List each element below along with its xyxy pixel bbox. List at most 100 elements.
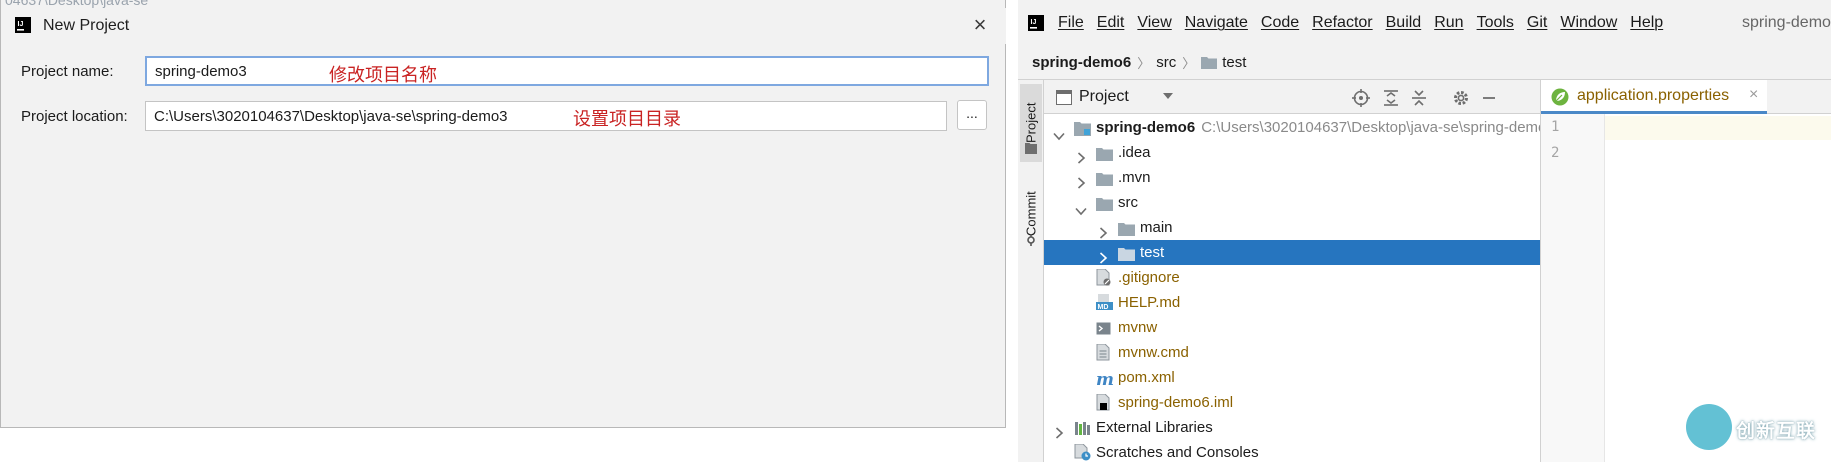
menu-file[interactable]: File — [1058, 14, 1084, 32]
tree-item-label: mvnw — [1118, 315, 1157, 340]
svg-text:IJ: IJ — [1031, 19, 1037, 26]
minimize-icon[interactable] — [1480, 89, 1498, 107]
tree-item-label: .mvn — [1118, 165, 1151, 190]
tree-item-name: main — [1140, 219, 1173, 236]
menu-navigate[interactable]: Navigate — [1185, 14, 1248, 32]
project-name-input[interactable] — [145, 56, 989, 86]
editor-tab-bar: application.properties × — [1540, 80, 1831, 114]
scratches-icon — [1074, 443, 1091, 462]
watermark-circle-icon — [1686, 404, 1732, 450]
gear-icon[interactable] — [1452, 89, 1470, 107]
menu-help[interactable]: Help — [1630, 14, 1663, 32]
menu-bar: IJ File Edit View Navigate Code Refactor Build… — [1018, 0, 1831, 50]
commit-icon — [1027, 234, 1035, 246]
menu-refactor[interactable]: Refactor — [1312, 14, 1372, 32]
tree-row-idea[interactable]: .idea — [1044, 140, 1540, 165]
tree-item-name: mvnw.cmd — [1118, 344, 1189, 361]
breadcrumb-item-src[interactable]: src — [1156, 54, 1176, 71]
tree-row-pom-xml[interactable]: m pom.xml — [1044, 365, 1540, 390]
tree-item-label: External Libraries — [1096, 415, 1213, 440]
tree-item-label: src — [1118, 190, 1138, 215]
dialog-title: New Project — [43, 17, 130, 34]
tree-item-name: Scratches and Consoles — [1096, 444, 1259, 461]
tree-item-name: HELP.md — [1118, 294, 1181, 311]
tree-row-src[interactable]: src — [1044, 190, 1540, 216]
project-name-label: Project name: — [21, 63, 114, 80]
left-tool-strip: Project Commit — [1018, 80, 1044, 462]
svg-text:IJ: IJ — [18, 21, 24, 28]
tree-item-label: .idea — [1118, 140, 1151, 165]
watermark-text: 创新互联 — [1736, 420, 1817, 442]
project-panel-title: Project — [1079, 88, 1129, 105]
spring-leaf-icon — [1551, 88, 1569, 106]
editor-tab-label: application.properties — [1577, 87, 1730, 104]
tree-item-label: pom.xml — [1118, 365, 1175, 390]
breadcrumb-separator-icon: 〉 — [1137, 56, 1151, 71]
folder-icon — [1201, 57, 1218, 69]
menu-tools[interactable]: Tools — [1477, 14, 1514, 32]
folder-icon — [1025, 143, 1037, 154]
tree-row-mvn[interactable]: .mvn — [1044, 165, 1540, 190]
tree-item-label: spring-demo6 C:\Users\3020104637\Desktop\… — [1096, 115, 1555, 140]
tree-row-help-md[interactable]: MD HELP.md — [1044, 290, 1540, 315]
tree-item-label: HELP.md — [1118, 290, 1180, 315]
dialog-title-bar: IJ New Project × — [1, 8, 1007, 44]
project-window-icon — [1056, 90, 1072, 105]
tree-row-mvnw-cmd[interactable]: mvnw.cmd — [1044, 340, 1540, 365]
tree-item-path: C:\Users\3020104637\Desktop\java-se\spri… — [1201, 119, 1555, 136]
breadcrumb-item-test[interactable]: test — [1222, 54, 1246, 71]
breadcrumb-separator-icon: 〉 — [1182, 56, 1196, 71]
locate-target-icon[interactable] — [1352, 89, 1370, 107]
tree-item-name: test — [1140, 244, 1165, 261]
tree-item-name: .gitignore — [1118, 269, 1180, 286]
tree-item-name: mvnw — [1118, 319, 1158, 336]
svg-text:m: m — [1096, 371, 1114, 386]
chevron-down-icon[interactable] — [1162, 92, 1174, 100]
new-project-dialog: 04637\Desktop\java-se IJ New Project × P… — [0, 0, 1007, 428]
project-tool-window: Project spring-demo6 C:\Users\3020104637… — [1044, 80, 1555, 462]
browse-button[interactable]: ... — [957, 100, 987, 130]
menu-window[interactable]: Window — [1560, 14, 1617, 32]
tree-row-main[interactable]: main — [1044, 215, 1540, 240]
tree-item-name: .idea — [1118, 144, 1151, 161]
tree-row-external-libraries[interactable]: External Libraries — [1044, 415, 1540, 440]
window-project-title: spring-demo6 - application.properties — [1742, 14, 1831, 31]
tree-item-name: External Libraries — [1096, 419, 1213, 436]
tree-item-label: test — [1140, 240, 1164, 265]
editor-tab-application-properties[interactable]: application.properties × — [1541, 80, 1767, 114]
line-number: 1 — [1551, 119, 1560, 135]
tree-item-name: .mvn — [1118, 169, 1151, 186]
project-tree: spring-demo6 C:\Users\3020104637\Desktop\… — [1044, 114, 1555, 462]
tree-row-spring-demo6[interactable]: spring-demo6 C:\Users\3020104637\Desktop\… — [1044, 115, 1555, 141]
tree-item-label: spring-demo6.iml — [1118, 390, 1233, 415]
close-icon[interactable]: × — [969, 12, 991, 38]
project-panel-header: Project — [1044, 80, 1540, 114]
tree-item-label: Scratches and Consoles — [1096, 440, 1259, 462]
project-location-input[interactable] — [145, 101, 947, 131]
tree-item-name: spring-demo6 — [1096, 119, 1196, 136]
tree-row-scratches-and-consoles[interactable]: Scratches and Consoles — [1044, 440, 1540, 462]
tree-row-gitignore[interactable]: .gitignore — [1044, 265, 1540, 290]
tree-item-label: mvnw.cmd — [1118, 340, 1189, 365]
menu-view[interactable]: View — [1137, 14, 1171, 32]
breadcrumb-root[interactable]: spring-demo6 — [1032, 54, 1131, 71]
menu-edit[interactable]: Edit — [1097, 14, 1125, 32]
menu-run[interactable]: Run — [1434, 14, 1463, 32]
tree-row-spring-demo6-iml[interactable]: spring-demo6.iml — [1044, 390, 1540, 415]
current-line-highlight — [1605, 116, 1831, 140]
menu-code[interactable]: Code — [1261, 14, 1299, 32]
menu-build[interactable]: Build — [1386, 14, 1422, 32]
watermark-logo: 创新互联 — [1678, 402, 1828, 458]
close-tab-icon[interactable]: × — [1749, 86, 1758, 104]
intellij-logo-icon: IJ — [15, 17, 31, 33]
collapse-all-icon[interactable] — [1410, 89, 1428, 107]
tree-item-label: .gitignore — [1118, 265, 1180, 290]
tree-item-name: spring-demo6.iml — [1118, 394, 1234, 411]
tree-row-mvnw[interactable]: mvnw — [1044, 315, 1540, 340]
project-location-annotation: 设置项目目录 — [573, 109, 681, 130]
intellij-window: IJ File Edit View Navigate Code Refactor Build… — [1018, 0, 1831, 462]
expand-all-icon[interactable] — [1382, 89, 1400, 107]
line-number-gutter: 1 2 — [1541, 114, 1605, 462]
menu-git[interactable]: Git — [1527, 14, 1547, 32]
tree-row-test[interactable]: test — [1044, 240, 1540, 265]
